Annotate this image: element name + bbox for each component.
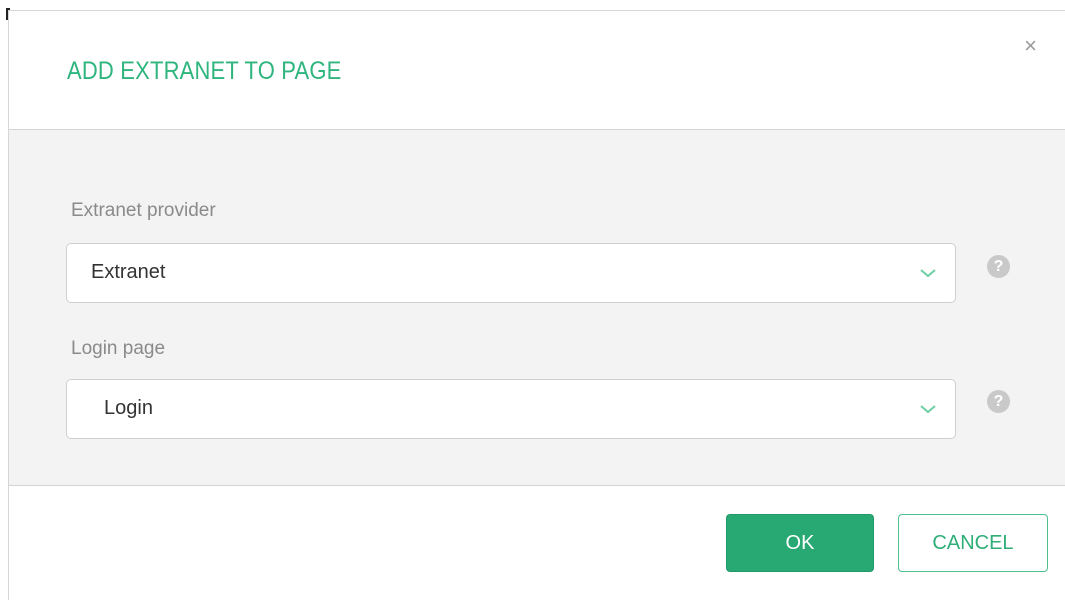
ok-button[interactable]: OK xyxy=(726,514,874,572)
login-page-value: Login xyxy=(104,397,153,419)
chevron-down-icon xyxy=(920,269,936,278)
extranet-provider-value: Extranet xyxy=(91,261,166,283)
extranet-provider-help-icon[interactable]: ? xyxy=(987,255,1010,278)
close-icon[interactable]: × xyxy=(1024,35,1037,57)
extranet-provider-label: Extranet provider xyxy=(71,200,216,221)
dialog-footer: OK CANCEL xyxy=(9,486,1065,601)
dialog-title: ADD EXTRANET TO PAGE xyxy=(67,57,342,85)
login-page-help-icon[interactable]: ? xyxy=(987,390,1010,413)
dialog-body: Extranet provider Extranet ? Login page … xyxy=(9,130,1065,486)
login-page-label: Login page xyxy=(71,338,166,359)
login-page-select[interactable]: Login xyxy=(66,379,956,439)
dialog-header: ADD EXTRANET TO PAGE × xyxy=(9,11,1065,130)
chevron-down-icon xyxy=(920,405,936,414)
cancel-button[interactable]: CANCEL xyxy=(898,514,1048,572)
add-extranet-dialog: ADD EXTRANET TO PAGE × Extranet provider… xyxy=(8,10,1065,601)
extranet-provider-select[interactable]: Extranet xyxy=(66,243,956,303)
